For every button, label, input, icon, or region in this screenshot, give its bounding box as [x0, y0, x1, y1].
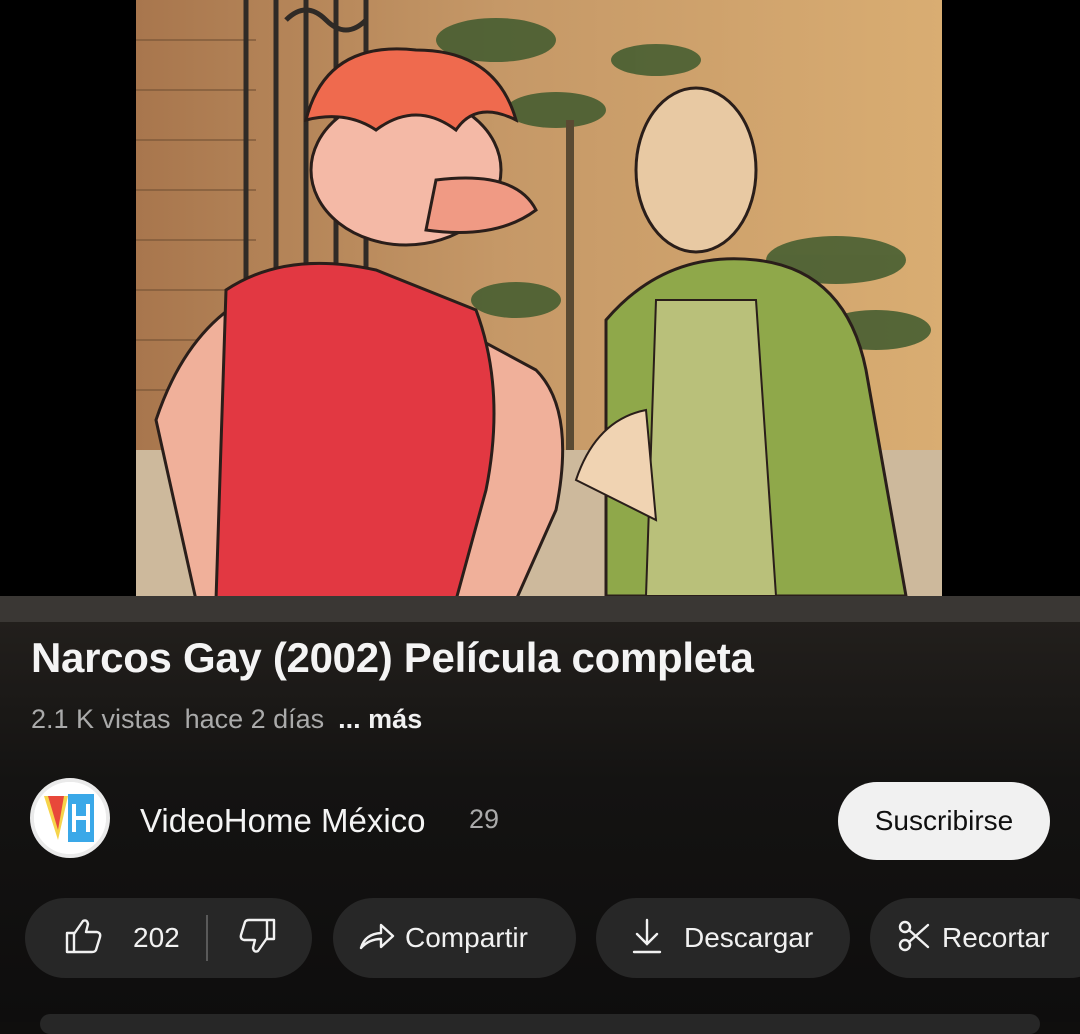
share-button[interactable]: Compartir: [333, 898, 576, 978]
like-divider: [205, 915, 208, 961]
thumbs-up-icon[interactable]: [65, 918, 103, 959]
channel-row[interactable]: VideoHome México 29 Suscribirse: [0, 778, 1080, 862]
video-progress-bar[interactable]: [0, 596, 1080, 622]
subscriber-count: 29: [469, 804, 500, 834]
subscribe-button[interactable]: Suscribirse: [838, 782, 1050, 860]
share-label: Compartir: [405, 922, 528, 953]
video-details: Narcos Gay (2002) Película completa 2.1 …: [0, 622, 1080, 1022]
video-title[interactable]: Narcos Gay (2002) Película completa: [31, 634, 1051, 682]
next-section-edge: [40, 1014, 1040, 1034]
video-frame[interactable]: [136, 0, 942, 596]
thumbs-down-icon[interactable]: [238, 918, 276, 959]
clip-button[interactable]: Recortar: [870, 898, 1080, 978]
download-icon: [632, 918, 662, 959]
action-bar: 202 Compartir Descargar Recortar: [0, 898, 1080, 980]
video-metadata[interactable]: 2.1 K vistas hace 2 días ... más: [31, 704, 422, 735]
view-count: 2.1 K vistas: [31, 704, 171, 734]
download-button[interactable]: Descargar: [596, 898, 850, 978]
like-dislike-group: 202: [25, 898, 312, 978]
videohome-logo-icon: [34, 782, 106, 854]
clip-label: Recortar: [942, 922, 1050, 953]
like-count[interactable]: 202: [133, 922, 180, 954]
download-label: Descargar: [684, 922, 814, 953]
channel-avatar[interactable]: [30, 778, 110, 858]
video-thumbnail-illustration: [136, 0, 942, 596]
channel-name[interactable]: VideoHome México: [140, 802, 426, 840]
share-arrow-icon: [359, 921, 395, 956]
video-player[interactable]: [0, 0, 1080, 596]
upload-age: hace 2 días: [184, 704, 325, 734]
scissors-icon: [898, 920, 930, 957]
more-link[interactable]: ... más: [338, 704, 422, 734]
